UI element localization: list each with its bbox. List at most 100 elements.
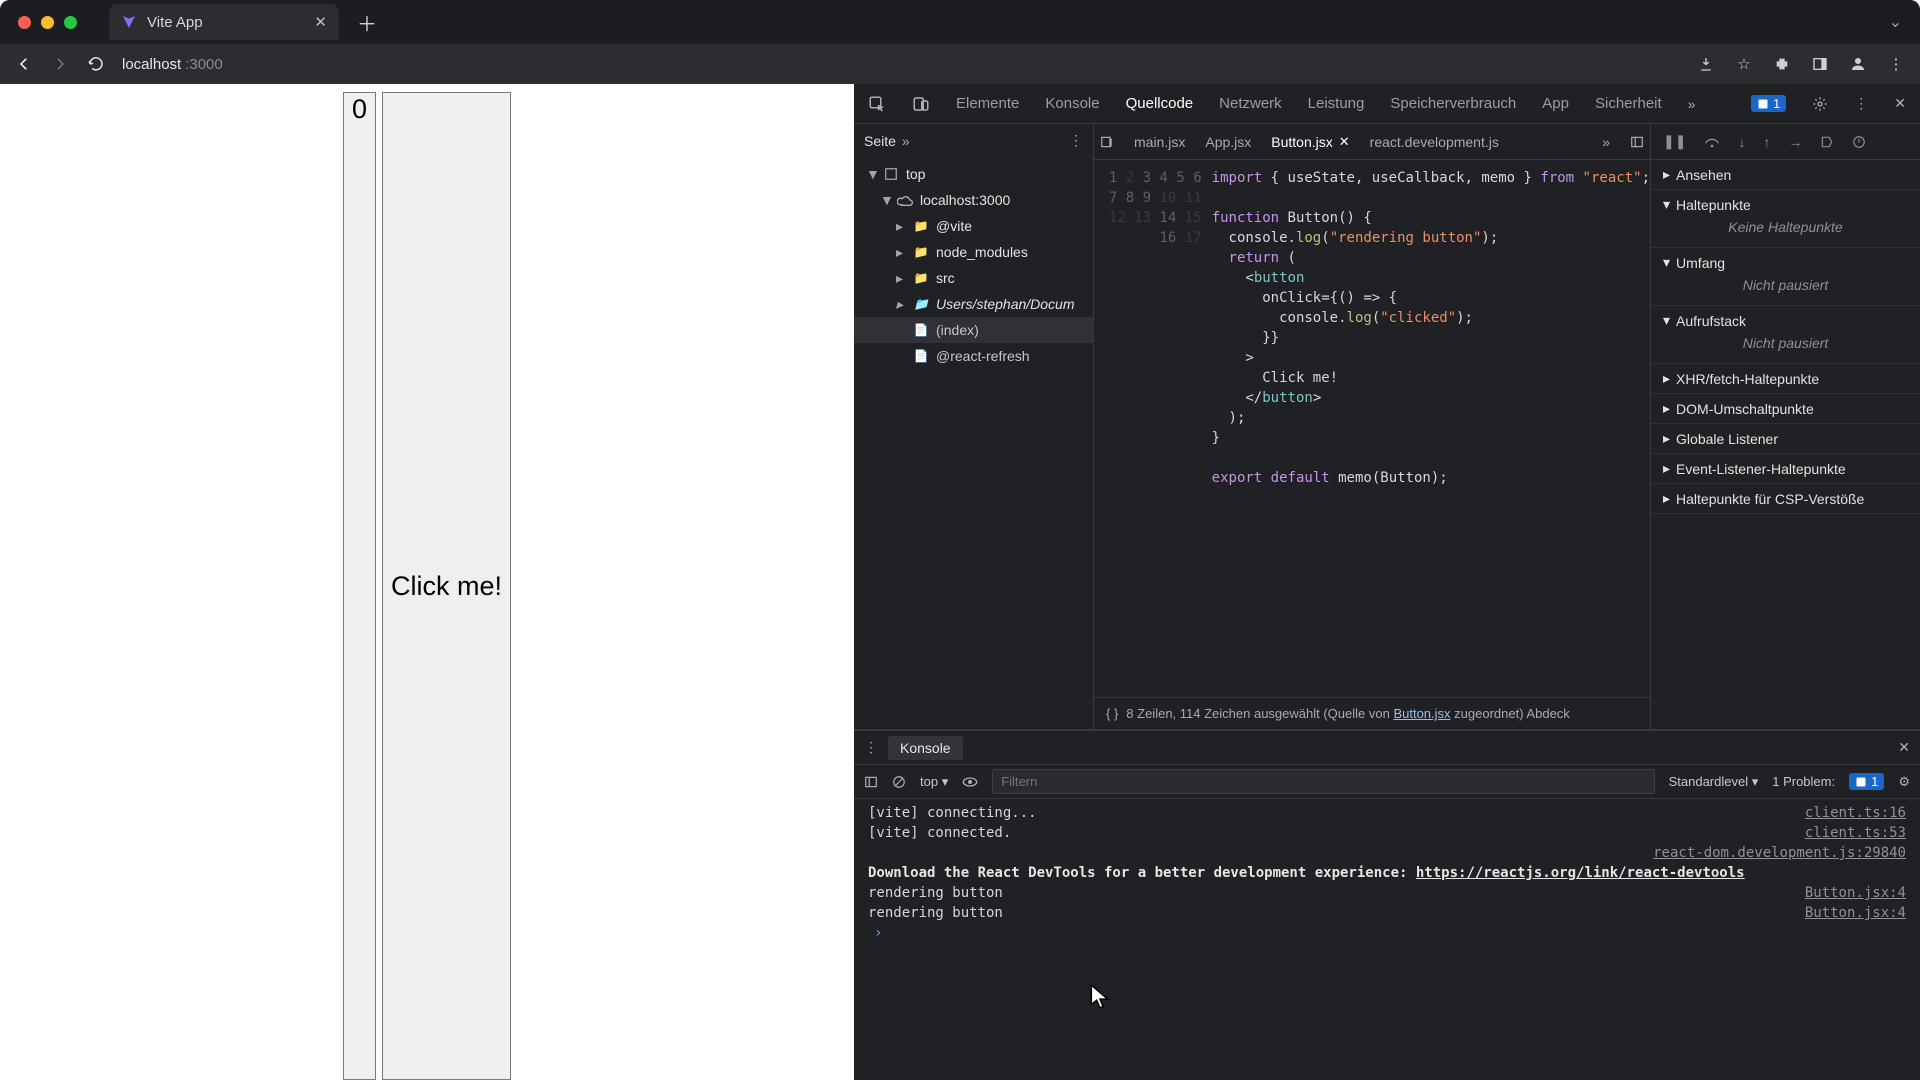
drawer-title[interactable]: Konsole [888, 736, 963, 760]
tab-app[interactable]: App [1542, 95, 1569, 112]
chevron-down-icon: ▾ [1663, 254, 1670, 271]
console-log[interactable]: [vite] connecting...client.ts:16 [vite] … [854, 799, 1920, 1080]
tree-userpath[interactable]: ▸ 📁 Users/stephan/Docum [854, 291, 1093, 317]
drawer-menu-icon[interactable]: ⋮ [864, 739, 878, 756]
section-watch[interactable]: ▸Ansehen [1651, 160, 1920, 190]
minimize-icon[interactable] [41, 16, 54, 29]
problems-label: 1 Problem: [1772, 774, 1835, 789]
more-tabs-icon[interactable]: » [1688, 96, 1696, 112]
console-prompt[interactable]: › [854, 923, 1920, 943]
step-into-icon[interactable]: ↓ [1738, 134, 1745, 150]
more-file-tabs-icon[interactable]: » [1602, 134, 1610, 150]
chevron-right-icon: ▸ [1663, 460, 1670, 477]
tree-src[interactable]: ▸ 📁 src [854, 265, 1093, 291]
toggle-sidebar-icon[interactable] [864, 775, 878, 789]
pause-exceptions-icon[interactable] [1852, 135, 1866, 149]
level-selector[interactable]: Standardlevel ▾ [1669, 774, 1759, 790]
tree-label: src [936, 270, 955, 286]
tab-performance[interactable]: Leistung [1308, 95, 1365, 112]
more-nav-icon[interactable]: » [902, 133, 910, 149]
section-callstack[interactable]: ▾AufrufstackNicht pausiert [1651, 306, 1920, 364]
close-tab-icon[interactable]: ✕ [1339, 134, 1350, 150]
section-dom[interactable]: ▸DOM-Umschaltpunkte [1651, 394, 1920, 424]
tree-react-refresh[interactable]: 📄 @react-refresh [854, 343, 1093, 369]
tree-node-modules[interactable]: ▸ 📁 node_modules [854, 239, 1093, 265]
section-global[interactable]: ▸Globale Listener [1651, 424, 1920, 454]
section-csp[interactable]: ▸Haltepunkte für CSP-Verstöße [1651, 484, 1920, 514]
clear-console-icon[interactable] [892, 775, 906, 789]
tab-network[interactable]: Netzwerk [1219, 95, 1282, 112]
zoom-icon[interactable] [64, 16, 77, 29]
issues-badge[interactable]: 1 [1751, 95, 1786, 112]
log-source-link[interactable]: Button.jsx:4 [1805, 905, 1906, 921]
section-event[interactable]: ▸Event-Listener-Haltepunkte [1651, 454, 1920, 484]
tree-vite[interactable]: ▸ 📁 @vite [854, 213, 1093, 239]
section-scope[interactable]: ▾UmfangNicht pausiert [1651, 248, 1920, 306]
filter-input[interactable] [992, 769, 1654, 794]
chevron-right-icon: ▸ [896, 296, 906, 313]
deactivate-bp-icon[interactable] [1820, 135, 1834, 149]
star-icon[interactable]: ☆ [1734, 54, 1754, 74]
context-selector[interactable]: top ▾ [920, 774, 948, 790]
footer-file-link[interactable]: Button.jsx [1393, 706, 1450, 721]
extensions-icon[interactable] [1772, 54, 1792, 74]
step-icon[interactable]: → [1788, 134, 1802, 150]
problems-badge[interactable]: 1 [1849, 773, 1884, 790]
pretty-print-icon[interactable]: { } [1106, 706, 1118, 721]
tree-index[interactable]: 📄 (index) [854, 317, 1093, 343]
pause-icon[interactable]: ❚❚ [1663, 133, 1686, 150]
editor-footer: { } 8 Zeilen, 114 Zeichen ausgewählt (Qu… [1094, 697, 1650, 729]
devtools-panel: Elemente Konsole Quellcode Netzwerk Leis… [854, 84, 1920, 1080]
tab-close-icon[interactable]: ✕ [314, 13, 327, 31]
file-tab-app[interactable]: App.jsx [1205, 134, 1251, 150]
section-xhr[interactable]: ▸XHR/fetch-Haltepunkte [1651, 364, 1920, 394]
profile-icon[interactable] [1848, 54, 1868, 74]
file-tab-react-dev[interactable]: react.development.js [1370, 134, 1499, 150]
tab-elements[interactable]: Elemente [956, 95, 1019, 112]
console-gear-icon[interactable]: ⚙ [1898, 774, 1910, 790]
step-over-icon[interactable] [1704, 135, 1720, 149]
kebab-icon[interactable]: ⋮ [1854, 95, 1868, 112]
live-expr-icon[interactable] [962, 776, 978, 788]
browser-tab[interactable]: Vite App ✕ [109, 4, 339, 40]
close-devtools-icon[interactable]: ✕ [1894, 95, 1906, 112]
section-breakpoints[interactable]: ▾HaltepunkteKeine Haltepunkte [1651, 190, 1920, 248]
chevron-down-icon[interactable]: ⌄ [1889, 12, 1902, 32]
reload-icon[interactable] [86, 54, 106, 74]
new-tab-button[interactable]: ＋ [357, 8, 377, 37]
tree-top[interactable]: ▼ top [854, 161, 1093, 187]
log-source-link[interactable]: client.ts:16 [1805, 805, 1906, 821]
tab-sources[interactable]: Quellcode [1126, 95, 1194, 112]
close-drawer-icon[interactable]: ✕ [1898, 739, 1910, 756]
address-port: :3000 [185, 56, 223, 73]
device-toggle-icon[interactable] [912, 95, 930, 113]
react-devtools-link[interactable]: https://reactjs.org/link/react-devtools [1416, 865, 1745, 881]
sidepanel-icon[interactable] [1810, 54, 1830, 74]
step-out-icon[interactable]: ↑ [1763, 134, 1770, 150]
forward-icon[interactable] [50, 54, 70, 74]
click-me-button[interactable]: Click me! [382, 92, 511, 1080]
menu-icon[interactable]: ⋮ [1886, 54, 1906, 74]
gear-icon[interactable] [1812, 96, 1828, 112]
tab-console[interactable]: Konsole [1045, 95, 1099, 112]
close-icon[interactable] [18, 16, 31, 29]
tab-list-icon[interactable] [1100, 135, 1114, 149]
file-tab-button[interactable]: Button.jsx✕ [1271, 134, 1349, 150]
back-icon[interactable] [14, 54, 34, 74]
address-bar[interactable]: localhost :3000 [122, 56, 1680, 73]
debugger-pane: ❚❚ ↓ ↑ → ▸Ansehen ▾HaltepunkteKeine Halt… [1650, 124, 1920, 729]
navigator-menu-icon[interactable]: ⋮ [1069, 132, 1083, 149]
inspect-icon[interactable] [868, 95, 886, 113]
tab-memory[interactable]: Speicherverbrauch [1390, 95, 1516, 112]
toggle-nav-icon[interactable] [1630, 135, 1644, 149]
tab-security[interactable]: Sicherheit [1595, 95, 1662, 112]
install-icon[interactable] [1696, 54, 1716, 74]
log-source-link[interactable]: client.ts:53 [1805, 825, 1906, 841]
code-area[interactable]: 1 2 3 4 5 6 7 8 9 10 11 12 13 14 15 16 1… [1094, 160, 1650, 697]
log-row: [vite] connected.client.ts:53 [854, 823, 1920, 843]
issues-count: 1 [1773, 96, 1780, 111]
log-source-link[interactable]: Button.jsx:4 [1805, 885, 1906, 901]
log-source-link[interactable]: react-dom.development.js:29840 [1653, 845, 1906, 861]
tree-host[interactable]: ▼ localhost:3000 [854, 187, 1093, 213]
file-tab-main[interactable]: main.jsx [1134, 134, 1185, 150]
